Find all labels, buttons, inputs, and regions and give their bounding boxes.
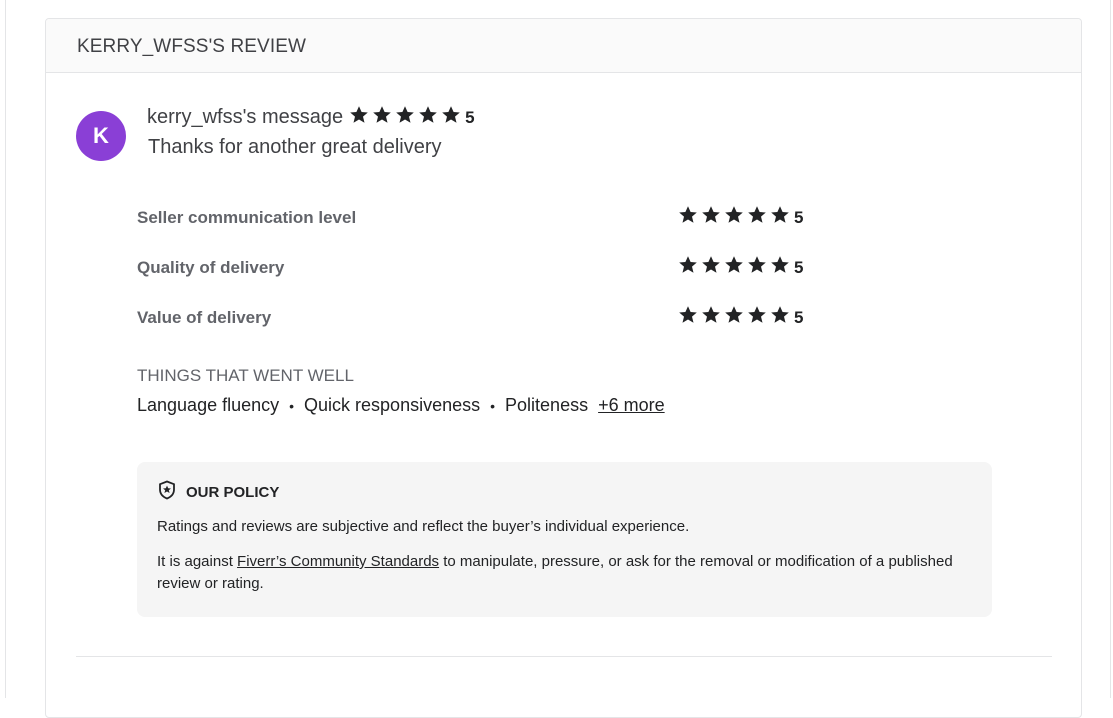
rating-row-quality: Quality of delivery 5 — [137, 255, 817, 280]
star-rating: 5 — [678, 305, 803, 330]
star-icon — [725, 306, 743, 323]
show-more-link[interactable]: +6 more — [598, 395, 665, 416]
star-icon — [679, 306, 697, 323]
rating-label: Quality of delivery — [137, 257, 285, 277]
message-rating-value: 5 — [465, 107, 475, 127]
message-header: kerry_wfss's message 5 — [147, 105, 475, 130]
bullet-separator: • — [490, 397, 496, 414]
policy-title: OUR POLICY — [186, 483, 280, 501]
star-icon — [725, 256, 743, 273]
star-icon — [725, 206, 743, 223]
rating-value: 5 — [794, 207, 804, 227]
star-icon — [748, 206, 766, 223]
star-icon — [702, 306, 720, 323]
star-icons — [678, 255, 793, 280]
rating-label: Seller communication level — [137, 207, 357, 227]
policy-text: It is against — [157, 553, 238, 570]
star-icon — [771, 206, 789, 223]
star-rating: 5 — [678, 255, 803, 280]
message-title: kerry_wfss's message — [147, 106, 344, 128]
message-body: Thanks for another great delivery — [148, 136, 442, 158]
things-went-well-title: THINGS THAT WENT WELL — [137, 366, 354, 385]
star-icon — [350, 106, 368, 123]
rating-label: Value of delivery — [137, 307, 272, 327]
star-icons — [678, 305, 793, 330]
divider — [76, 656, 1052, 657]
rating-value: 5 — [794, 257, 804, 277]
things-item: Quick responsiveness — [304, 395, 481, 415]
star-icons — [349, 105, 464, 130]
star-icon — [771, 306, 789, 323]
star-icon — [679, 206, 697, 223]
star-icon — [702, 206, 720, 223]
message-star-rating: 5 — [349, 105, 475, 130]
policy-paragraph-2: It is against Fiverr’s Community Standar… — [157, 551, 957, 595]
shield-star-icon — [157, 480, 177, 504]
star-icon — [771, 256, 789, 273]
star-icon — [748, 306, 766, 323]
bullet-separator: • — [289, 397, 295, 414]
community-standards-link[interactable]: Fiverr’s Community Standards — [237, 553, 439, 570]
star-icon — [748, 256, 766, 273]
review-title: KERRY_WFSS'S REVIEW — [77, 35, 306, 57]
star-icon — [396, 106, 414, 123]
avatar[interactable]: K — [76, 111, 126, 161]
star-rating: 5 — [678, 205, 803, 230]
star-icon — [442, 106, 460, 123]
rating-row-communication: Seller communication level 5 — [137, 205, 817, 230]
rating-row-value: Value of delivery 5 — [137, 305, 817, 330]
star-icon — [373, 106, 391, 123]
star-icon — [679, 256, 697, 273]
star-icon — [419, 106, 437, 123]
policy-paragraph-1: Ratings and reviews are subjective and r… — [157, 518, 690, 535]
rating-value: 5 — [794, 307, 804, 327]
card-header: KERRY_WFSS'S REVIEW — [46, 19, 1081, 73]
policy-header: OUR POLICY — [157, 480, 972, 504]
review-card: KERRY_WFSS'S REVIEW K kerry_wfss's messa… — [45, 18, 1082, 718]
policy-box: OUR POLICY Ratings and reviews are subje… — [137, 462, 992, 617]
star-icons — [678, 205, 793, 230]
things-item: Language fluency — [137, 395, 280, 415]
star-icon — [702, 256, 720, 273]
avatar-initial: K — [93, 123, 109, 148]
things-item: Politeness — [505, 395, 589, 415]
things-went-well-list: Language fluency • Quick responsiveness … — [137, 395, 665, 416]
